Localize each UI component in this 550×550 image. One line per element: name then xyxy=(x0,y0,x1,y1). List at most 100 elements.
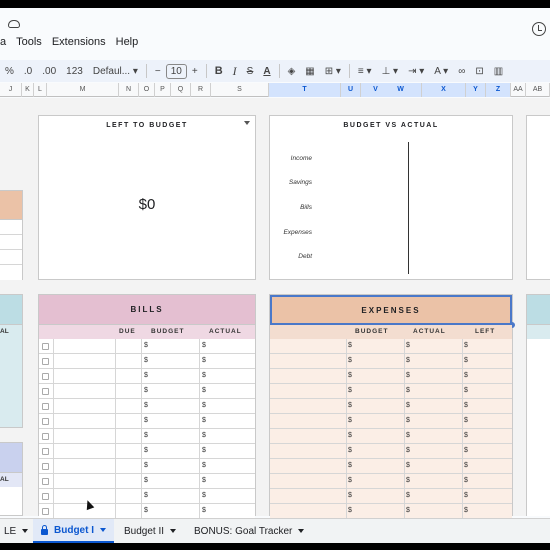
currency-cell[interactable]: $ xyxy=(348,507,352,514)
chevron-down-icon[interactable] xyxy=(100,528,106,532)
currency-cell[interactable]: $ xyxy=(202,462,206,469)
table-row[interactable]: $ $ $ xyxy=(270,489,512,504)
currency-cell[interactable]: $ xyxy=(406,447,410,454)
currency-cell[interactable]: $ xyxy=(464,357,468,364)
table-row[interactable]: $ $ $ xyxy=(270,384,512,399)
column-header-q[interactable]: Q xyxy=(171,83,191,97)
menu-tools[interactable]: Tools xyxy=(16,36,42,48)
currency-cell[interactable]: $ xyxy=(202,387,206,394)
currency-cell[interactable]: $ xyxy=(348,357,352,364)
menu-help[interactable]: Help xyxy=(116,36,139,48)
currency-cell[interactable]: $ xyxy=(202,492,206,499)
column-header-z[interactable]: Z xyxy=(486,83,511,97)
table-row[interactable]: $ $ $ xyxy=(270,459,512,474)
cloud-save-icon[interactable] xyxy=(8,20,20,28)
column-header-n[interactable]: N xyxy=(119,83,139,97)
currency-cell[interactable]: $ xyxy=(464,432,468,439)
currency-cell[interactable]: $ xyxy=(348,417,352,424)
fill-color-icon[interactable]: ◈ xyxy=(283,66,301,77)
currency-cell[interactable]: $ xyxy=(144,342,148,349)
increase-font-size-button[interactable]: + xyxy=(187,66,203,77)
sheet-tab-budget-1[interactable]: Budget I xyxy=(33,519,114,543)
table-row[interactable]: $ $ xyxy=(39,399,255,414)
row-checkbox[interactable] xyxy=(42,343,49,350)
currency-cell[interactable]: $ xyxy=(464,447,468,454)
text-color-button[interactable]: A xyxy=(258,66,275,77)
table-row[interactable]: $ $ xyxy=(39,459,255,474)
vertical-align-icon[interactable]: ⊥ ▾ xyxy=(377,66,404,77)
sheet-grid[interactable]: AL AL LEFT TO BUDGET $0 BUDGET VS ACTUAL… xyxy=(0,98,550,519)
table-row[interactable]: $ $ xyxy=(39,444,255,459)
table-row[interactable]: $ $ xyxy=(39,474,255,489)
table-row[interactable]: $ $ $ xyxy=(270,444,512,459)
currency-cell[interactable]: $ xyxy=(202,477,206,484)
column-header-p[interactable]: P xyxy=(155,83,171,97)
table-row[interactable]: $ $ $ xyxy=(270,414,512,429)
table-row[interactable]: $ $ $ xyxy=(270,339,512,354)
font-size-input[interactable]: 10 xyxy=(165,63,187,79)
table-row[interactable]: $ $ xyxy=(39,354,255,369)
currency-cell[interactable]: $ xyxy=(406,507,410,514)
currency-cell[interactable]: $ xyxy=(406,402,410,409)
currency-cell[interactable]: $ xyxy=(348,387,352,394)
column-header-s[interactable]: S xyxy=(211,83,269,97)
left-to-budget-card[interactable]: LEFT TO BUDGET $0 xyxy=(38,115,256,280)
column-header-k[interactable]: K xyxy=(22,83,34,97)
increase-decimal-button[interactable]: .00 xyxy=(37,66,61,77)
sheet-tab-bonus[interactable]: BONUS: Goal Tracker xyxy=(186,519,312,543)
merge-cells-icon[interactable]: ⊞ ▾ xyxy=(320,66,346,77)
currency-cell[interactable]: $ xyxy=(464,372,468,379)
expenses-header[interactable]: EXPENSES xyxy=(270,295,512,325)
currency-cell[interactable]: $ xyxy=(406,372,410,379)
currency-cell[interactable]: $ xyxy=(202,402,206,409)
table-row[interactable]: $ $ xyxy=(39,369,255,384)
row-checkbox[interactable] xyxy=(42,463,49,470)
horizontal-align-icon[interactable]: ≡ ▾ xyxy=(353,66,377,77)
currency-cell[interactable]: $ xyxy=(464,417,468,424)
currency-cell[interactable]: $ xyxy=(464,477,468,484)
currency-cell[interactable]: $ xyxy=(464,342,468,349)
more-formats-button[interactable]: 123 xyxy=(61,66,88,77)
table-row[interactable]: $ $ xyxy=(39,384,255,399)
borders-icon[interactable]: ▦ xyxy=(300,66,319,77)
currency-cell[interactable]: $ xyxy=(348,462,352,469)
currency-cell[interactable]: $ xyxy=(144,372,148,379)
bills-card[interactable]: BILLS DUE BUDGET ACTUAL $ $ $ $ $ $ $ $ $ $ $ $ $ $ $ $… xyxy=(38,294,256,519)
row-checkbox[interactable] xyxy=(42,478,49,485)
currency-cell[interactable]: $ xyxy=(144,417,148,424)
currency-cell[interactable]: $ xyxy=(348,477,352,484)
insert-link-icon[interactable]: ∞ xyxy=(453,66,470,77)
currency-cell[interactable]: $ xyxy=(406,432,410,439)
currency-cell[interactable]: $ xyxy=(406,342,410,349)
menu-extensions[interactable]: Extensions xyxy=(52,36,106,48)
table-row[interactable]: $ $ $ xyxy=(270,369,512,384)
table-row[interactable]: $ $ $ xyxy=(270,354,512,369)
chevron-down-icon[interactable] xyxy=(170,529,177,533)
column-header-r[interactable]: R xyxy=(191,83,211,97)
currency-cell[interactable]: $ xyxy=(144,357,148,364)
currency-cell[interactable]: $ xyxy=(202,432,206,439)
row-checkbox[interactable] xyxy=(42,358,49,365)
currency-cell[interactable]: $ xyxy=(406,462,410,469)
column-header-x[interactable]: X xyxy=(422,83,466,97)
column-header-ab[interactable]: AB xyxy=(526,83,550,97)
currency-cell[interactable]: $ xyxy=(144,447,148,454)
currency-cell[interactable]: $ xyxy=(406,417,410,424)
column-header-w[interactable]: W xyxy=(380,83,422,97)
insert-comment-icon[interactable]: ⊡ xyxy=(470,66,488,77)
insert-chart-icon[interactable]: ▥ xyxy=(489,66,508,77)
column-header-aa[interactable]: AA xyxy=(511,83,526,97)
currency-cell[interactable]: $ xyxy=(464,387,468,394)
strikethrough-button[interactable]: S xyxy=(242,66,259,77)
row-checkbox[interactable] xyxy=(42,493,49,500)
decrease-decimal-button[interactable]: .0 xyxy=(19,66,37,77)
table-row[interactable]: $ $ $ xyxy=(270,504,512,519)
currency-cell[interactable]: $ xyxy=(348,372,352,379)
currency-cell[interactable]: $ xyxy=(406,387,410,394)
column-header-m[interactable]: M xyxy=(47,83,119,97)
text-rotation-icon[interactable]: A ▾ xyxy=(429,66,453,77)
table-row[interactable]: $ $ xyxy=(39,489,255,504)
row-checkbox[interactable] xyxy=(42,388,49,395)
font-family-select[interactable]: Defaul... ▾ xyxy=(88,66,143,77)
decrease-font-size-button[interactable]: − xyxy=(150,66,166,77)
